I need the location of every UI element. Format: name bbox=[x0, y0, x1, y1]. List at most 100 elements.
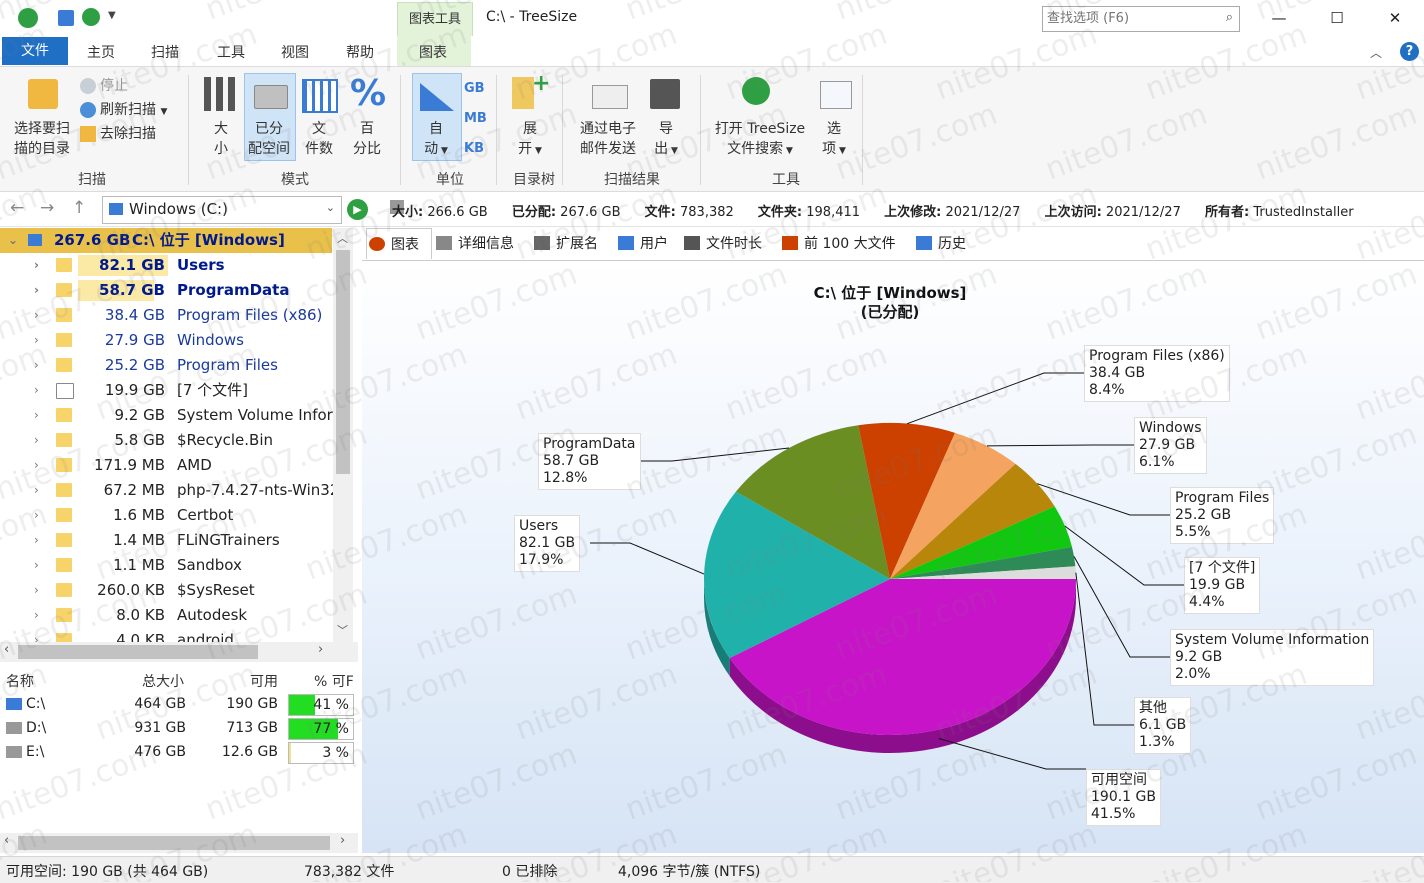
export-button[interactable]: 导出 ▼ bbox=[648, 119, 684, 161]
tree-row[interactable]: › 38.4 GB Program Files (x86) bbox=[0, 303, 332, 328]
chevron-right-icon[interactable]: › bbox=[34, 353, 39, 378]
chevron-right-icon[interactable]: › bbox=[34, 403, 39, 428]
chevron-right-icon[interactable]: › bbox=[34, 278, 39, 303]
unit-auto-button[interactable]: 自动 ▼ bbox=[412, 119, 460, 161]
chevron-right-icon[interactable]: › bbox=[34, 253, 39, 278]
mode-allocated-button[interactable]: 已分 配空间 bbox=[244, 119, 294, 159]
minimize-button[interactable]: — bbox=[1267, 6, 1291, 30]
view-tab-1[interactable]: 图表 bbox=[366, 228, 432, 259]
col-pct-header[interactable]: % 可F bbox=[314, 671, 354, 691]
tree-row[interactable]: › 171.9 MB AMD bbox=[0, 453, 332, 478]
options-button[interactable]: 选项 ▼ bbox=[816, 119, 852, 161]
view-tab-3[interactable]: 扩展名 bbox=[532, 228, 612, 258]
folder-icon bbox=[56, 433, 72, 447]
mode-size-button[interactable]: 大小 bbox=[204, 119, 238, 159]
tree-row[interactable]: › 1.1 MB Sandbox bbox=[0, 553, 332, 578]
chevron-right-icon[interactable]: › bbox=[34, 428, 39, 453]
chevron-right-icon[interactable]: › bbox=[34, 378, 39, 403]
drive-select[interactable]: Windows (C:) ⌄ bbox=[102, 196, 342, 224]
search-options-box[interactable]: ⌕ bbox=[1042, 6, 1240, 32]
unit-mb-button[interactable]: MB bbox=[464, 109, 487, 129]
quick-access-icon[interactable] bbox=[58, 10, 74, 26]
col-name-header[interactable]: 名称 bbox=[6, 671, 34, 691]
mode-filecount-button[interactable]: 文件数 bbox=[300, 119, 338, 159]
drive-row[interactable]: E:\ 476 GB 12.6 GB 3 % bbox=[0, 740, 358, 764]
tree-row[interactable]: › 5.8 GB $Recycle.Bin bbox=[0, 428, 332, 453]
refresh-scan-button[interactable]: 刷新扫描 ▼ bbox=[100, 100, 167, 122]
chevron-right-icon[interactable]: › bbox=[34, 603, 39, 628]
scroll-down-icon[interactable]: ﹀ bbox=[337, 622, 348, 638]
chevron-right-icon[interactable]: › bbox=[34, 503, 39, 528]
scroll-left-icon[interactable]: ‹ bbox=[4, 642, 9, 657]
tree-row[interactable]: › 1.4 MB FLiNGTrainers bbox=[0, 528, 332, 553]
view-tab-6[interactable]: 前 100 大文件 bbox=[780, 228, 910, 258]
tree-row[interactable]: › 25.2 GB Program Files bbox=[0, 353, 332, 378]
view-tab-4[interactable]: 用户 bbox=[616, 228, 678, 258]
chevron-right-icon[interactable]: › bbox=[34, 328, 39, 353]
stop-button[interactable]: 停止 bbox=[100, 76, 128, 96]
select-dir-button[interactable]: 选择要扫 描的目录 bbox=[6, 119, 78, 159]
chevron-right-icon[interactable]: › bbox=[34, 453, 39, 478]
tree-row[interactable]: › 19.9 GB [7 个文件] bbox=[0, 378, 332, 403]
tree-hscroll-thumb[interactable] bbox=[18, 645, 258, 659]
start-scan-icon[interactable]: ▶ bbox=[347, 199, 368, 220]
tab-scan[interactable]: 扫描 bbox=[151, 42, 179, 62]
status-bar: 可用空间: 190 GB (共 464 GB) 783,382 文件 0 已排除… bbox=[0, 856, 1424, 883]
chevron-right-icon[interactable]: › bbox=[34, 478, 39, 503]
folder-tree[interactable]: ⌄ 267.6 GB C:\ 位于 [Windows] › 82.1 GB User… bbox=[0, 228, 358, 649]
qat-dropdown-icon[interactable]: ▼ bbox=[108, 10, 116, 21]
chevron-right-icon[interactable]: › bbox=[34, 528, 39, 553]
leader-line bbox=[907, 372, 1084, 425]
col-total-header[interactable]: 总大小 bbox=[142, 671, 184, 691]
drives-hscroll-thumb[interactable] bbox=[18, 836, 330, 850]
slice-label-name: ProgramData bbox=[543, 436, 636, 452]
tab-home[interactable]: 主页 bbox=[87, 42, 115, 62]
scroll-right-icon[interactable]: › bbox=[340, 833, 345, 848]
view-tab-2[interactable]: 详细信息 bbox=[434, 228, 528, 258]
tree-root-row[interactable]: ⌄ 267.6 GB C:\ 位于 [Windows] bbox=[0, 228, 332, 253]
chevron-right-icon[interactable]: › bbox=[34, 553, 39, 578]
tab-help[interactable]: 帮助 bbox=[346, 42, 374, 62]
maximize-button[interactable]: ☐ bbox=[1325, 6, 1349, 30]
collapse-ribbon-icon[interactable]: ︿ bbox=[1370, 44, 1382, 61]
back-icon[interactable]: ← bbox=[10, 198, 24, 218]
forward-icon[interactable]: → bbox=[40, 198, 54, 218]
tree-row[interactable]: › 67.2 MB php-7.4.27-nts-Win32 bbox=[0, 478, 339, 503]
slice-label-pct-label: 8.4% bbox=[1089, 382, 1125, 398]
tree-row[interactable]: › 1.6 MB Certbot bbox=[0, 503, 332, 528]
tab-file[interactable]: 文件 bbox=[2, 37, 68, 65]
tree-row[interactable]: › 260.0 KB $SysReset bbox=[0, 578, 332, 603]
tab-chart[interactable]: 图表 bbox=[419, 42, 447, 62]
email-button[interactable]: 通过电子 邮件发送 bbox=[574, 119, 642, 159]
tab-view[interactable]: 视图 bbox=[281, 42, 309, 62]
unit-gb-button[interactable]: GB bbox=[464, 79, 485, 99]
scroll-left-icon[interactable]: ‹ bbox=[4, 833, 9, 848]
up-icon[interactable]: ↑ bbox=[72, 198, 86, 218]
remove-scan-button[interactable]: 去除扫描 bbox=[100, 124, 156, 144]
search-options-input[interactable] bbox=[1043, 7, 1211, 29]
view-tab-5[interactable]: 文件时长 bbox=[682, 228, 776, 258]
chevron-down-icon[interactable]: ⌄ bbox=[8, 228, 18, 253]
mode-percent-button[interactable]: 百分比 bbox=[348, 119, 386, 159]
expand-button[interactable]: 展开 ▼ bbox=[510, 119, 550, 161]
chevron-right-icon[interactable]: › bbox=[34, 578, 39, 603]
help-icon[interactable]: ? bbox=[1400, 42, 1419, 61]
quick-scan-icon[interactable] bbox=[82, 8, 100, 26]
tree-row[interactable]: › 58.7 GB ProgramData bbox=[0, 278, 332, 303]
scroll-right-icon[interactable]: › bbox=[318, 642, 323, 657]
view-tab-7[interactable]: 历史 bbox=[914, 228, 978, 258]
tree-row[interactable]: › 27.9 GB Windows bbox=[0, 328, 332, 353]
close-button[interactable]: ✕ bbox=[1383, 6, 1407, 30]
drive-row[interactable]: D:\ 931 GB 713 GB 77 % bbox=[0, 716, 358, 740]
tree-scroll-thumb[interactable] bbox=[336, 250, 350, 474]
drive-row[interactable]: C:\ 464 GB 190 GB 41 % bbox=[0, 692, 358, 716]
tree-row[interactable]: › 82.1 GB Users bbox=[0, 253, 332, 278]
open-file-search-button[interactable]: 打开 TreeSize 文件搜索 ▼ bbox=[708, 119, 812, 161]
tree-row[interactable]: › 8.0 KB Autodesk bbox=[0, 603, 332, 628]
tab-tools[interactable]: 工具 bbox=[217, 42, 245, 62]
tree-row[interactable]: › 9.2 GB System Volume Inforr bbox=[0, 403, 339, 428]
scroll-up-icon[interactable]: ︿ bbox=[337, 230, 348, 246]
unit-kb-button[interactable]: KB bbox=[464, 139, 484, 159]
col-free-header[interactable]: 可用 bbox=[250, 671, 278, 691]
chevron-right-icon[interactable]: › bbox=[34, 303, 39, 328]
